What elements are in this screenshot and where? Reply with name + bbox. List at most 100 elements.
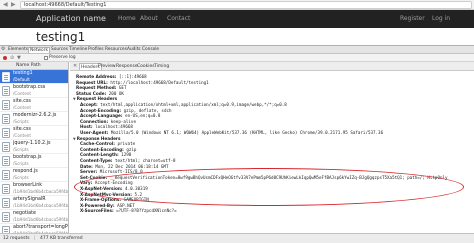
header-key: Cache-Control:: [80, 141, 115, 147]
annotation-ellipse: [74, 168, 464, 206]
header-key: Connection:: [80, 118, 109, 124]
header-key: Status Code:: [76, 90, 107, 96]
request-list-header[interactable]: Name Path: [0, 62, 68, 70]
header-key: Remote Address:: [76, 74, 117, 79]
header-value: Mon, 22 Dec 2014 06:18:14 GMT: [95, 163, 169, 169]
nav-link-about[interactable]: About: [140, 15, 158, 22]
header-line: X-Powered-By: ASP.NET: [80, 203, 135, 208]
header-line: Remote Address: [::1]:49668: [76, 74, 147, 79]
header-line: Content-Encoding: gzip: [80, 147, 136, 152]
request-row[interactable]: bootstrap.js/Scripts: [0, 154, 68, 168]
header-line: Request URL: http://localhost:49668/Defa…: [76, 80, 209, 85]
transferred-size: 477 KB transferred: [40, 236, 83, 241]
request-count: 12 requests: [3, 236, 30, 241]
tab-elements[interactable]: Elements: [7, 47, 29, 53]
header-line: Cache-Control: private: [80, 141, 135, 146]
request-row[interactable]: bootstrap.css/Content: [0, 84, 68, 98]
request-path: /Scripts: [13, 175, 29, 180]
header-line: X-SourceFiles: =?UTF-8?B?YzpcdXNlcnNc?=: [80, 208, 177, 213]
preserve-log-checkbox[interactable]: [44, 56, 48, 60]
request-path: /Content: [13, 105, 32, 110]
request-name: respond.js: [13, 169, 38, 174]
tab-network[interactable]: Network: [28, 47, 50, 53]
tab-timeline[interactable]: Timeline: [68, 47, 88, 53]
header-value: en-US,en;q=0.8: [125, 113, 161, 119]
arrow-right-icon[interactable]: ▶: [11, 1, 16, 8]
request-row[interactable]: browserLink/1b94d1bd6b4cbaca59f4b9: [0, 182, 68, 196]
site-navbar: Application name Home About Contact Regi…: [0, 10, 474, 28]
header-key: Content-Length:: [80, 152, 119, 158]
request-row[interactable]: testing1/Default: [0, 70, 68, 84]
request-name: browserLink: [13, 183, 43, 188]
file-icon: [2, 114, 10, 124]
nav-link-register[interactable]: Register: [400, 15, 425, 22]
header-key: Request URL:: [76, 79, 108, 85]
header-key: X-Powered-By:: [80, 202, 115, 208]
nav-link-contact[interactable]: Contact: [167, 15, 190, 22]
request-detail-pane: ✕ Headers Preview Response Cookies Timin…: [70, 62, 474, 233]
tab-console[interactable]: Console: [141, 47, 160, 53]
file-icon: [2, 226, 10, 233]
gear-icon[interactable]: ⚙: [1, 46, 5, 52]
brand-link[interactable]: Application name: [36, 14, 106, 23]
file-icon: [2, 100, 10, 110]
request-row[interactable]: negotiate/1b94d1bd6b4cbaca59f4b9: [0, 210, 68, 224]
preserve-log-label: Preserve log: [49, 55, 76, 60]
nav-link-login[interactable]: Log in: [432, 15, 450, 22]
close-icon[interactable]: ✕: [73, 63, 77, 69]
header-value: Mozilla/5.0 (Windows NT 6.1; WOW64) Appl…: [110, 130, 384, 135]
tab-timing[interactable]: Timing: [153, 63, 170, 70]
header-key: Request Method:: [76, 85, 117, 91]
filter-icon[interactable]: ▼: [17, 55, 21, 61]
tab-audits[interactable]: Audits: [126, 47, 142, 53]
request-row[interactable]: jquery-1.10.2.js/Scripts: [0, 140, 68, 154]
page-title: testing1: [36, 30, 86, 44]
request-name: testing1: [13, 71, 33, 76]
header-value: 1298: [121, 152, 132, 158]
browser-url-bar: ◀ ▶ localhost:49668/Default/Testing1: [0, 0, 474, 10]
header-key: Accept:: [80, 102, 98, 107]
request-path: /Default: [13, 77, 30, 82]
address-input[interactable]: localhost:49668/Default/Testing1: [20, 1, 472, 9]
tab-sources[interactable]: Sources: [50, 47, 69, 53]
file-icon: [2, 184, 10, 194]
header-value: GET: [118, 85, 127, 91]
detail-tab-bar: ✕ Headers Preview Response Cookies Timin…: [70, 62, 474, 71]
header-line: Connection: keep-alive: [80, 119, 136, 124]
header-line: Accept-Language: en-US,en;q=0.8: [80, 113, 160, 118]
header-key: Server:: [80, 169, 98, 175]
request-row[interactable]: arterySignalR/1b94d1bd6b4cbaca59f4b9: [0, 196, 68, 210]
file-icon: [2, 156, 10, 166]
header-line: Request Method: GET: [76, 85, 126, 90]
request-name: bootstrap.js: [13, 155, 42, 160]
request-name: jquery-1.10.2.js: [13, 141, 51, 146]
tab-resources[interactable]: Resources: [104, 47, 128, 53]
request-name: site.css: [13, 127, 31, 132]
request-path: /Content: [13, 91, 32, 96]
request-row[interactable]: abort?transport=longPolling/1b94d1bd6b4c…: [0, 224, 68, 233]
request-row[interactable]: site.css/Content: [0, 126, 68, 140]
tab-preview[interactable]: Preview: [97, 63, 117, 70]
header-value: =?UTF-8?B?YzpcdXNlcnNc?=: [116, 208, 177, 214]
header-value: private: [117, 141, 136, 147]
record-icon[interactable]: [3, 56, 7, 60]
devtools-tab-bar: ⚙ Elements Network Sources Timeline Prof…: [0, 45, 474, 54]
request-row[interactable]: modernizr-2.6.2.js/Scripts: [0, 112, 68, 126]
arrow-left-icon[interactable]: ◀: [3, 1, 8, 8]
tab-profiles[interactable]: Profiles: [87, 47, 105, 53]
header-key: Content-Encoding:: [80, 146, 124, 152]
request-row[interactable]: respond.js/Scripts: [0, 168, 68, 182]
clear-icon[interactable]: ⊘: [10, 55, 14, 61]
nav-link-home[interactable]: Home: [118, 15, 136, 22]
file-icon: [2, 128, 10, 138]
request-row[interactable]: site.css/Content: [0, 98, 68, 112]
header-line: Status Code: 200 OK: [76, 91, 124, 96]
header-value: text/html,application/xhtml+xml,applicat…: [100, 102, 287, 107]
request-name: site.css: [13, 99, 31, 104]
header-value: ASP.NET: [117, 202, 135, 208]
header-line: Content-Length: 1298: [80, 152, 131, 157]
request-path: /1b94d1bd6b4cbaca59f4b9: [13, 217, 69, 222]
request-name: arterySignalR: [13, 197, 46, 202]
request-path: /1b94d1bd6b4cbaca59f4b9: [13, 203, 69, 208]
header-key: X-SourceFiles:: [80, 208, 114, 214]
